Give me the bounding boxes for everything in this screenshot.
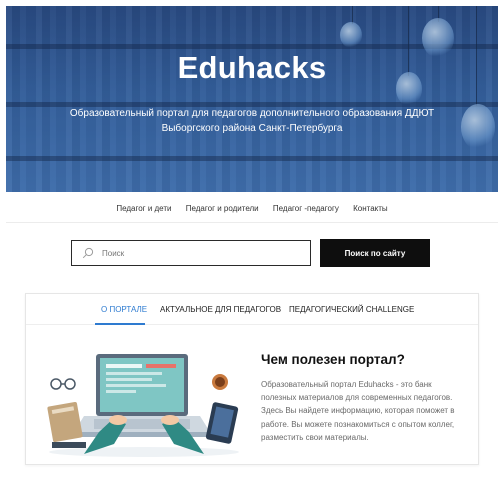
site-title: Eduhacks [177,50,327,85]
feature-title: Чем полезен портал? [261,352,405,367]
nav-item-teacher-parents[interactable]: Педагог и родители [186,204,259,213]
search-box[interactable] [71,240,311,266]
laptop-illustration [47,354,239,457]
nav-item-teacher-children[interactable]: Педагог и дети [116,204,171,213]
feature-description: Образовательный портал Eduhacks - это ба… [261,380,455,442]
divider [6,222,498,223]
hero-banner: Eduhacks Образовательный портал для педа… [6,6,498,192]
tab-bar: О ПОРТАЛЕ АКТУАЛЬНОЕ ДЛЯ ПЕДАГОГОВ ПЕДАГ… [26,294,478,325]
active-tab-indicator [95,323,145,325]
tab-challenge[interactable]: ПЕДАГОГИЧЕСКИЙ CHALLENGE [289,305,414,314]
tab-about[interactable]: О ПОРТАЛЕ [101,305,147,314]
info-card: О ПОРТАЛЕ АКТУАЛЬНОЕ ДЛЯ ПЕДАГОГОВ ПЕДАГ… [25,293,479,465]
tab-actual[interactable]: АКТУАЛЬНОЕ ДЛЯ ПЕДАГОГОВ [160,305,281,314]
nav-item-contacts[interactable]: Контакты [353,204,388,213]
site-subtitle: Образовательный портал для педагогов доп… [69,108,435,134]
search-input[interactable] [102,248,282,258]
search-icon [82,247,94,259]
main-nav: Педагог и дети Педагог и родители Педаго… [0,204,504,213]
nav-item-teacher-teacher[interactable]: Педагог -педагогу [273,204,339,213]
search-button[interactable]: Поиск по сайту [320,239,430,267]
